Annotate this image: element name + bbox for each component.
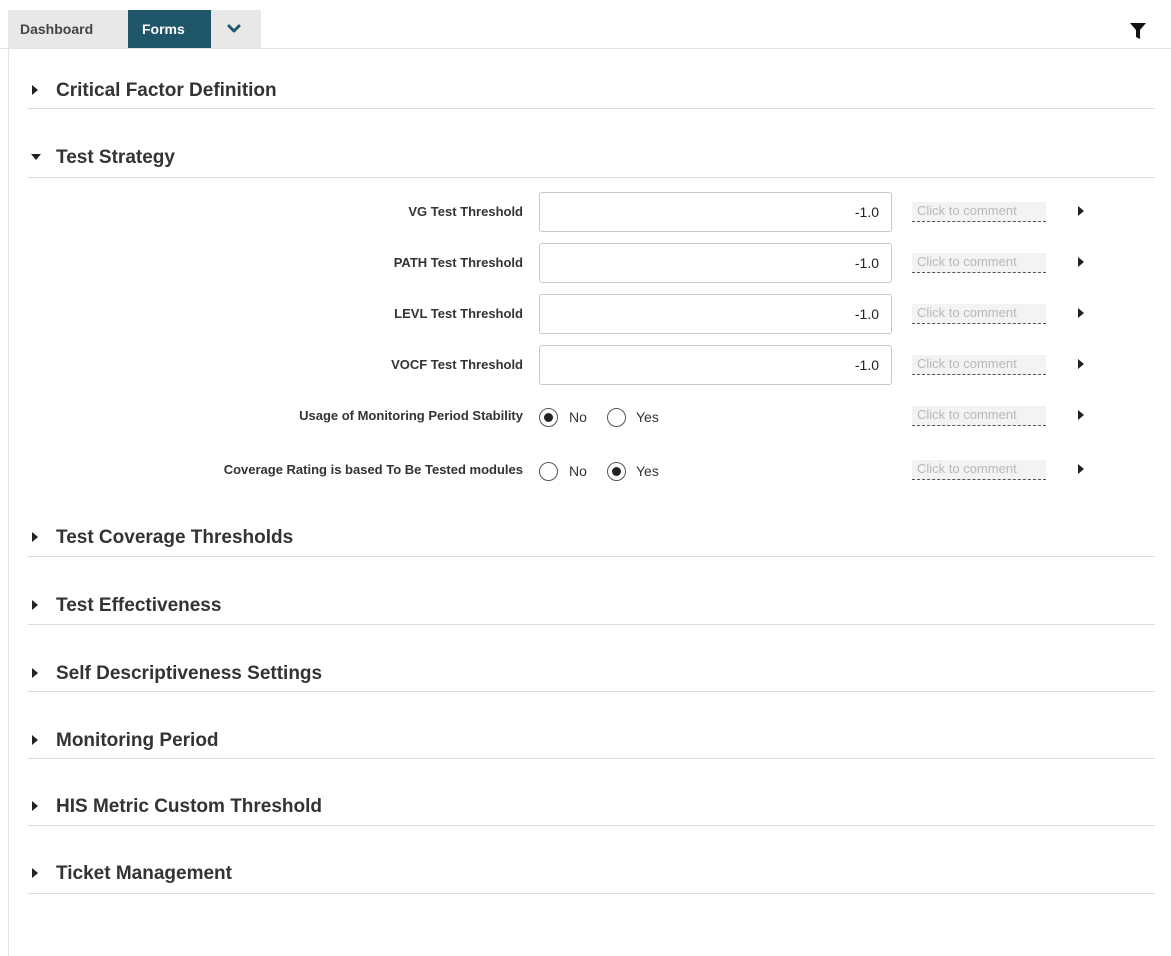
section-test-strategy: Test Strategy: [28, 143, 1155, 178]
caret-right-icon[interactable]: [1078, 410, 1084, 420]
click-to-comment[interactable]: Click to comment: [912, 202, 1046, 222]
chevron-down-icon: [227, 24, 241, 33]
section-header-his-metric-custom-threshold[interactable]: HIS Metric Custom Threshold: [28, 792, 628, 822]
levl-test-threshold-input[interactable]: [539, 294, 892, 334]
section-header-monitoring-period[interactable]: Monitoring Period: [28, 726, 628, 756]
section-his-metric-custom-threshold: HIS Metric Custom Threshold: [28, 792, 1155, 826]
filter-button[interactable]: [1130, 22, 1146, 40]
click-to-comment[interactable]: Click to comment: [912, 406, 1046, 426]
radio-yes[interactable]: [607, 462, 626, 481]
caret-right-icon: [32, 868, 38, 878]
section-title: Critical Factor Definition: [56, 80, 277, 101]
section-critical-factor-definition: Critical Factor Definition: [28, 76, 1155, 109]
filter-icon: [1130, 23, 1146, 39]
field-label: VG Test Threshold: [408, 204, 523, 219]
radio-yes[interactable]: [607, 408, 626, 427]
section-ticket-management: Ticket Management: [28, 859, 1155, 894]
section-test-coverage-thresholds: Test Coverage Thresholds: [28, 523, 1155, 557]
form-row-path-test-threshold: PATH Test Threshold Click to comment: [0, 243, 1171, 285]
form-row-vocf-test-threshold: VOCF Test Threshold Click to comment: [0, 345, 1171, 387]
field-label: VOCF Test Threshold: [391, 357, 523, 372]
field-label: Coverage Rating is based To Be Tested mo…: [223, 462, 523, 477]
radio-no[interactable]: [539, 408, 558, 427]
click-to-comment[interactable]: Click to comment: [912, 304, 1046, 324]
section-title: Ticket Management: [56, 863, 232, 884]
form-row-levl-test-threshold: LEVL Test Threshold Click to comment: [0, 294, 1171, 336]
section-title: Self Descriptiveness Settings: [56, 663, 323, 684]
caret-right-icon: [32, 735, 38, 745]
radio-label-no: No: [569, 463, 587, 479]
section-title: HIS Metric Custom Threshold: [56, 796, 323, 817]
form-row-coverage-rating: Coverage Rating is based To Be Tested mo…: [0, 450, 1171, 492]
radio-label-yes: Yes: [636, 409, 659, 425]
tab-forms[interactable]: Forms: [128, 10, 211, 48]
section-header-test-coverage-thresholds[interactable]: Test Coverage Thresholds: [28, 523, 628, 553]
caret-right-icon[interactable]: [1078, 308, 1084, 318]
section-header-critical-factor-definition[interactable]: Critical Factor Definition: [28, 76, 628, 106]
caret-right-icon[interactable]: [1078, 206, 1084, 216]
section-header-test-strategy[interactable]: Test Strategy: [28, 143, 628, 173]
section-self-descriptiveness-settings: Self Descriptiveness Settings: [28, 659, 1155, 692]
caret-right-icon: [32, 801, 38, 811]
section-header-ticket-management[interactable]: Ticket Management: [28, 859, 628, 889]
section-header-self-descriptiveness-settings[interactable]: Self Descriptiveness Settings: [28, 659, 628, 689]
caret-right-icon[interactable]: [1078, 257, 1084, 267]
caret-right-icon: [32, 532, 38, 542]
section-title: Test Effectiveness: [56, 595, 222, 616]
caret-right-icon[interactable]: [1078, 359, 1084, 369]
caret-right-icon: [32, 600, 38, 610]
caret-down-icon: [31, 154, 41, 160]
caret-right-icon[interactable]: [1078, 464, 1084, 474]
section-title: Test Coverage Thresholds: [56, 527, 294, 548]
form-row-monitoring-period-stability: Usage of Monitoring Period Stability No …: [0, 396, 1171, 438]
field-label: Usage of Monitoring Period Stability: [299, 408, 523, 423]
section-header-test-effectiveness[interactable]: Test Effectiveness: [28, 591, 628, 621]
field-label: PATH Test Threshold: [393, 255, 523, 270]
radio-label-yes: Yes: [636, 463, 659, 479]
click-to-comment[interactable]: Click to comment: [912, 460, 1046, 480]
tab-more-dropdown[interactable]: [211, 10, 261, 48]
radio-no[interactable]: [539, 462, 558, 481]
panel-left-border: [8, 49, 9, 956]
path-test-threshold-input[interactable]: [539, 243, 892, 283]
vocf-test-threshold-input[interactable]: [539, 345, 892, 385]
form-row-vg-test-threshold: VG Test Threshold Click to comment: [0, 192, 1171, 234]
tab-dashboard[interactable]: Dashboard: [8, 10, 128, 48]
caret-right-icon: [32, 85, 38, 95]
top-tab-bar: Dashboard Forms: [0, 0, 1171, 49]
radio-label-no: No: [569, 409, 587, 425]
click-to-comment[interactable]: Click to comment: [912, 355, 1046, 375]
section-title: Test Strategy: [56, 147, 175, 168]
click-to-comment[interactable]: Click to comment: [912, 253, 1046, 273]
section-title: Monitoring Period: [56, 730, 219, 751]
vg-test-threshold-input[interactable]: [539, 192, 892, 232]
caret-right-icon: [32, 668, 38, 678]
field-label: LEVL Test Threshold: [394, 306, 523, 321]
section-monitoring-period: Monitoring Period: [28, 726, 1155, 759]
section-test-effectiveness: Test Effectiveness: [28, 591, 1155, 625]
